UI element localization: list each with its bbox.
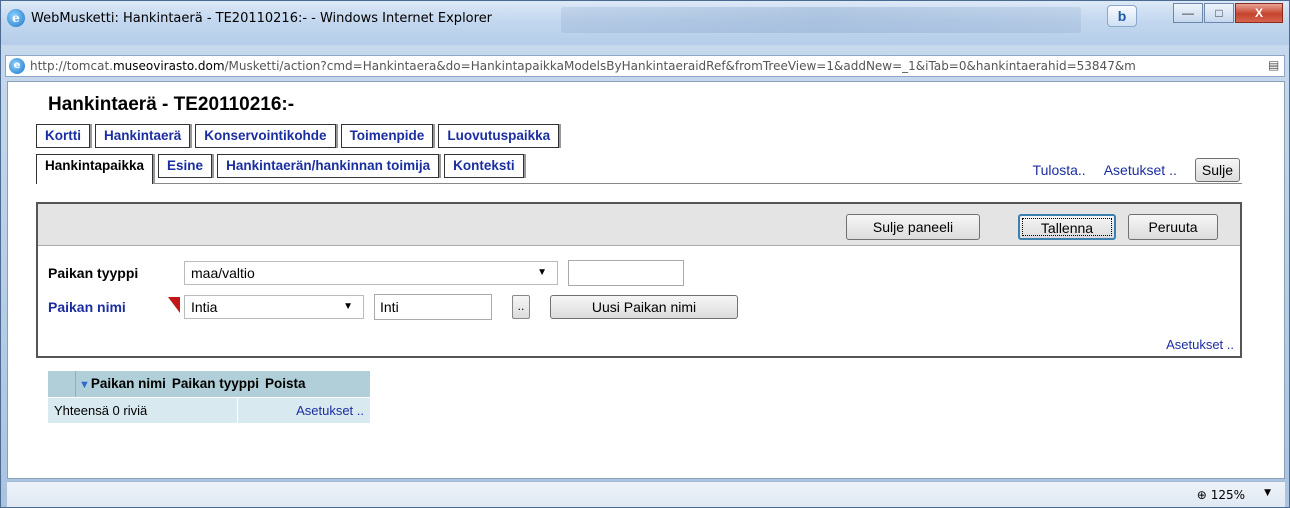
places-table: ▼Paikan nimi Paikan tyyppi Poista Yhteen… — [48, 371, 370, 423]
zoom-control[interactable]: ⊕ 125% — [1197, 488, 1245, 502]
place-type-extra-input[interactable] — [568, 260, 684, 286]
tab-esine[interactable]: Esine — [158, 154, 213, 178]
close-button[interactable]: Sulje — [1194, 158, 1240, 182]
url-prefix: http://tomcat. — [30, 59, 113, 73]
dropdown-arrow-icon: ▼ — [343, 301, 353, 312]
column-place-name[interactable]: ▼Paikan nimi — [76, 371, 169, 397]
zoom-level: 125% — [1210, 488, 1245, 502]
dropdown-arrow-icon: ▼ — [537, 267, 547, 278]
bing-icon[interactable]: b — [1107, 5, 1137, 27]
place-name-row: Paikan nimi Intia ▼ Inti .. Uusi Paikan … — [48, 294, 738, 320]
save-button[interactable]: Tallenna — [1018, 214, 1116, 240]
place-name-input[interactable]: Inti — [374, 294, 492, 320]
page-icon: e — [9, 58, 25, 74]
maximize-button[interactable]: □ — [1204, 3, 1234, 23]
browser-window: e WebMusketti: Hankintaerä - TE20110216:… — [0, 0, 1290, 508]
place-type-value: maa/valtio — [191, 265, 255, 281]
tab-hankintaera[interactable]: Hankintaerä — [95, 124, 191, 148]
edit-panel: Sulje paneeli Tallenna Peruuta Paikan ty… — [36, 202, 1242, 358]
required-flag-icon — [168, 297, 180, 313]
tab-konservointikohde[interactable]: Konservointikohde — [195, 124, 336, 148]
close-window-button[interactable]: X — [1235, 3, 1283, 23]
title-bar: e WebMusketti: Hankintaerä - TE20110216:… — [1, 1, 1289, 45]
table-settings-link[interactable]: Asetukset .. — [238, 398, 370, 423]
table-footer: Yhteensä 0 riviä Asetukset .. — [48, 397, 370, 423]
place-type-select[interactable]: maa/valtio ▼ — [184, 261, 558, 285]
print-link[interactable]: Tulosta.. — [1033, 162, 1086, 178]
tab-hankintapaikka[interactable]: Hankintapaikka — [36, 154, 154, 184]
settings-link[interactable]: Asetukset .. — [1104, 162, 1177, 178]
ie-logo-icon: e — [7, 9, 25, 27]
address-bar[interactable]: e http://tomcat.museovirasto.dom/Muskett… — [5, 55, 1285, 77]
panel-settings-link[interactable]: Asetukset .. — [1166, 337, 1234, 352]
table-header: ▼Paikan nimi Paikan tyyppi Poista — [48, 371, 370, 397]
column-delete[interactable]: Poista — [262, 371, 309, 397]
tab-toimenpide[interactable]: Toimenpide — [340, 124, 434, 148]
place-type-label: Paikan tyyppi — [48, 265, 139, 281]
browse-button[interactable]: .. — [512, 295, 530, 319]
minimize-button[interactable]: — — [1173, 3, 1203, 23]
tab-row-primary: Kortti Hankintaerä Konservointikohde Toi… — [36, 124, 564, 148]
chevron-down-icon[interactable]: ▼ — [1264, 488, 1271, 498]
new-place-name-button[interactable]: Uusi Paikan nimi — [550, 295, 738, 319]
tab-row-secondary: Hankintapaikka Esine Hankintaerän/hankin… — [36, 154, 529, 184]
top-actions: Tulosta.. Asetukset .. Sulje — [1033, 158, 1240, 182]
tab-konteksti[interactable]: Konteksti — [444, 154, 524, 178]
status-bar: ⊕ 125% ▼ — [7, 481, 1285, 507]
place-name-label: Paikan nimi — [48, 299, 126, 315]
select-column — [48, 371, 76, 397]
cancel-button[interactable]: Peruuta — [1128, 214, 1218, 240]
page-content: Hankintaerä - TE20110216:- Kortti Hankin… — [7, 81, 1285, 479]
window-title: WebMusketti: Hankintaerä - TE20110216:- … — [31, 11, 493, 26]
url-host: museovirasto.dom — [112, 59, 225, 73]
compat-view-icon[interactable]: ▤ — [1268, 58, 1282, 74]
place-type-row: Paikan tyyppi maa/valtio ▼ — [48, 260, 684, 286]
tab-luovutuspaikka[interactable]: Luovutuspaikka — [438, 124, 560, 148]
row-count: Yhteensä 0 riviä — [48, 398, 238, 423]
url-path: /Musketti/action?cmd=Hankintaera&do=Hank… — [224, 59, 1136, 73]
tab-kortti[interactable]: Kortti — [36, 124, 90, 148]
panel-toolbar: Sulje paneeli Tallenna Peruuta — [38, 204, 1240, 246]
column-place-name-label: Paikan nimi — [90, 376, 166, 391]
sort-icon: ▼ — [79, 379, 90, 391]
place-name-select[interactable]: Intia ▼ — [184, 295, 364, 319]
close-panel-button[interactable]: Sulje paneeli — [846, 214, 980, 240]
page-title: Hankintaerä - TE20110216:- — [48, 94, 295, 115]
address-url: http://tomcat.museovirasto.dom/Musketti/… — [30, 59, 1136, 73]
tab-toimija[interactable]: Hankintaerän/hankinnan toimija — [217, 154, 440, 178]
place-name-value: Intia — [191, 299, 218, 315]
column-place-type[interactable]: Paikan tyyppi — [169, 371, 262, 397]
zoom-icon: ⊕ — [1196, 488, 1207, 502]
taskbar-ghost-icon — [561, 7, 1081, 33]
